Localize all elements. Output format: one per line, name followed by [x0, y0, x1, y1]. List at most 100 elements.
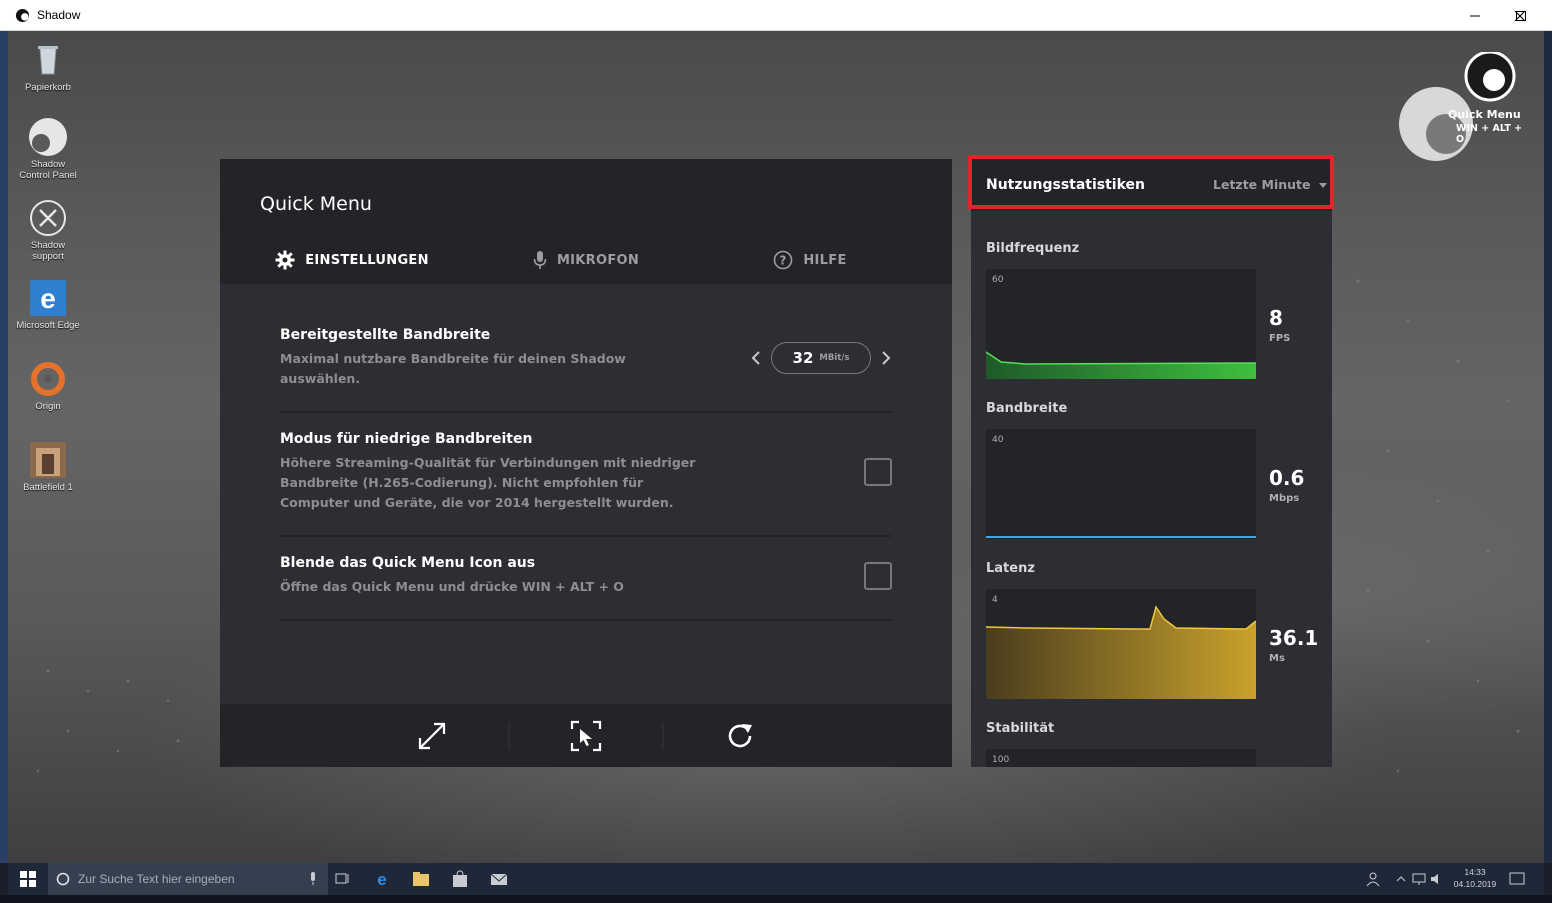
bandwidth-chart: 40: [986, 429, 1256, 539]
window-title: Shadow: [37, 8, 81, 22]
window-titlebar: Shadow: [0, 0, 1552, 31]
increase-bandwidth-button[interactable]: [878, 348, 894, 368]
desktop-icon-label: Origin: [35, 401, 61, 412]
start-button[interactable]: [8, 863, 48, 895]
host-desktop-edge-right: [1544, 31, 1552, 863]
refresh-icon: [728, 724, 752, 748]
search-placeholder: Zur Suche Text hier eingeben: [78, 872, 235, 886]
quick-menu-overlay-button[interactable]: Quick Menu WIN + ALT + O: [1398, 52, 1530, 162]
tools-icon: [28, 198, 68, 238]
tab-label: HILFE: [803, 252, 847, 268]
highlight-box: [968, 155, 1334, 209]
desktop-icon-recycle-bin[interactable]: Papierkorb: [15, 40, 81, 93]
windows-logo-icon: [20, 871, 36, 887]
quick-menu-footer: [220, 704, 952, 767]
decrease-bandwidth-button[interactable]: [748, 348, 764, 368]
latency-unit: Ms: [1269, 653, 1285, 664]
taskbar: Zur Suche Text hier eingeben e 14:33 04.…: [8, 863, 1544, 895]
people-icon[interactable]: [1364, 870, 1382, 888]
setting-description: Öffne das Quick Menu und drücke WIN + AL…: [280, 579, 624, 594]
metric-label-framerate: Bildfrequenz: [986, 241, 1080, 256]
bandwidth-value: 32: [792, 349, 814, 367]
stats-panel: Nutzungsstatistiken Letzte Minute Bildfr…: [971, 159, 1332, 767]
desktop-icon-label: Battlefield 1: [23, 482, 73, 493]
origin-icon: [28, 359, 68, 399]
setting-title: Modus für niedrige Bandbreiten: [280, 431, 533, 447]
setting-description: Höhere Streaming-Qualität für Verbindung…: [280, 455, 696, 510]
chart-max-tick: 100: [992, 755, 1010, 765]
quick-menu-panel: Quick Menu EINSTELLUNGEN MIKROFON ? HILF…: [220, 159, 952, 767]
quick-menu-overlay-icon: [1399, 52, 1516, 161]
tab-mikrofon[interactable]: MIKROFON: [484, 236, 688, 284]
clock-date: 04.10.2019: [1453, 879, 1497, 889]
framerate-unit: FPS: [1269, 333, 1291, 344]
tab-label: MIKROFON: [556, 252, 640, 268]
svg-text:e: e: [40, 283, 56, 314]
latency-chart-area: [986, 605, 1256, 699]
quick-menu-title: Quick Menu: [260, 193, 372, 215]
desktop-icon-label: Microsoft Edge: [16, 320, 80, 331]
metric-label-bandwidth: Bandbreite: [986, 401, 1068, 416]
chevron-left-icon: [751, 351, 760, 365]
tab-hilfe[interactable]: ? HILFE: [708, 236, 912, 284]
shadow-logo-icon: [28, 117, 68, 157]
desktop-icon-shadow-support[interactable]: Shadow support: [15, 198, 81, 262]
fullscreen-button[interactable]: [416, 720, 448, 752]
desktop-icon-label: Shadow Control Panel: [19, 159, 77, 181]
microphone-icon: [533, 251, 547, 269]
desktop-icon-battlefield-1[interactable]: Battlefield 1: [15, 440, 81, 493]
host-taskbar-edge: [0, 895, 1552, 903]
microphone-icon[interactable]: [308, 872, 318, 886]
refresh-button[interactable]: [724, 720, 756, 752]
framerate-chart-area: [986, 351, 1256, 379]
notification-icon[interactable]: [1508, 870, 1526, 888]
setting-title: Blende das Quick Menu Icon aus: [280, 555, 536, 571]
task-view-icon[interactable]: [334, 870, 352, 888]
recycle-bin-icon: [28, 40, 68, 80]
chevron-up-icon[interactable]: [1392, 870, 1410, 888]
tab-einstellungen[interactable]: EINSTELLUNGEN: [220, 236, 484, 284]
desktop-icon-microsoft-edge[interactable]: e Microsoft Edge: [15, 278, 81, 331]
chevron-right-icon: [882, 351, 891, 365]
svg-text:e: e: [377, 870, 386, 888]
search-input[interactable]: Zur Suche Text hier eingeben: [48, 863, 328, 895]
fullscreen-icon: [418, 722, 446, 750]
host-desktop-edge-left: [0, 31, 8, 863]
edge-taskbar-icon[interactable]: e: [373, 870, 391, 888]
desktop-icon-label: Shadow support: [30, 240, 66, 262]
desktop-icon-shadow-control-panel[interactable]: Shadow Control Panel: [15, 117, 81, 181]
stability-chart: 100: [986, 749, 1256, 767]
desktop-icon-origin[interactable]: Origin: [15, 359, 81, 412]
metric-label-latency: Latenz: [986, 561, 1035, 576]
volume-icon[interactable]: [1428, 870, 1446, 888]
cortana-icon: [56, 872, 70, 886]
setting-title: Bereitgestellte Bandbreite: [280, 327, 491, 343]
low-bandwidth-checkbox[interactable]: [864, 458, 892, 486]
bandwidth-chart-line: [986, 536, 1256, 538]
file-explorer-icon[interactable]: [412, 870, 430, 888]
hide-icon-checkbox[interactable]: [864, 562, 892, 590]
minimize-button-hit: [1452, 0, 1498, 31]
latency-value: 36.1: [1269, 626, 1319, 650]
shadow-app-icon: [15, 8, 30, 23]
store-icon[interactable]: [451, 870, 469, 888]
bandwidth-stepper[interactable]: 32 MBit/s: [771, 342, 871, 374]
cursor-capture-button[interactable]: [570, 720, 602, 752]
network-icon[interactable]: [1410, 870, 1428, 888]
mail-icon[interactable]: [490, 870, 508, 888]
setting-description: Maximal nutzbare Bandbreite für deinen S…: [280, 351, 626, 386]
framerate-chart: 60: [986, 269, 1256, 379]
setting-hide-icon: Blende das Quick Menu Icon aus Öffne das…: [280, 555, 892, 621]
clock[interactable]: 14:33 04.10.2019: [1452, 866, 1498, 890]
bandwidth-unit: MBit/s: [819, 353, 850, 363]
battlefield-icon: [28, 440, 68, 480]
overlay-label: Quick Menu: [1448, 108, 1521, 121]
clock-time: 14:33: [1464, 867, 1486, 877]
gear-icon: [275, 250, 295, 270]
bandwidth-stat-unit: Mbps: [1269, 493, 1300, 504]
framerate-value: 8: [1269, 306, 1283, 330]
cursor-capture-icon: [570, 720, 602, 752]
edge-icon: e: [28, 278, 68, 318]
setting-low-bandwidth: Modus für niedrige Bandbreiten Höhere St…: [280, 431, 892, 537]
close-button[interactable]: [1497, 0, 1543, 31]
